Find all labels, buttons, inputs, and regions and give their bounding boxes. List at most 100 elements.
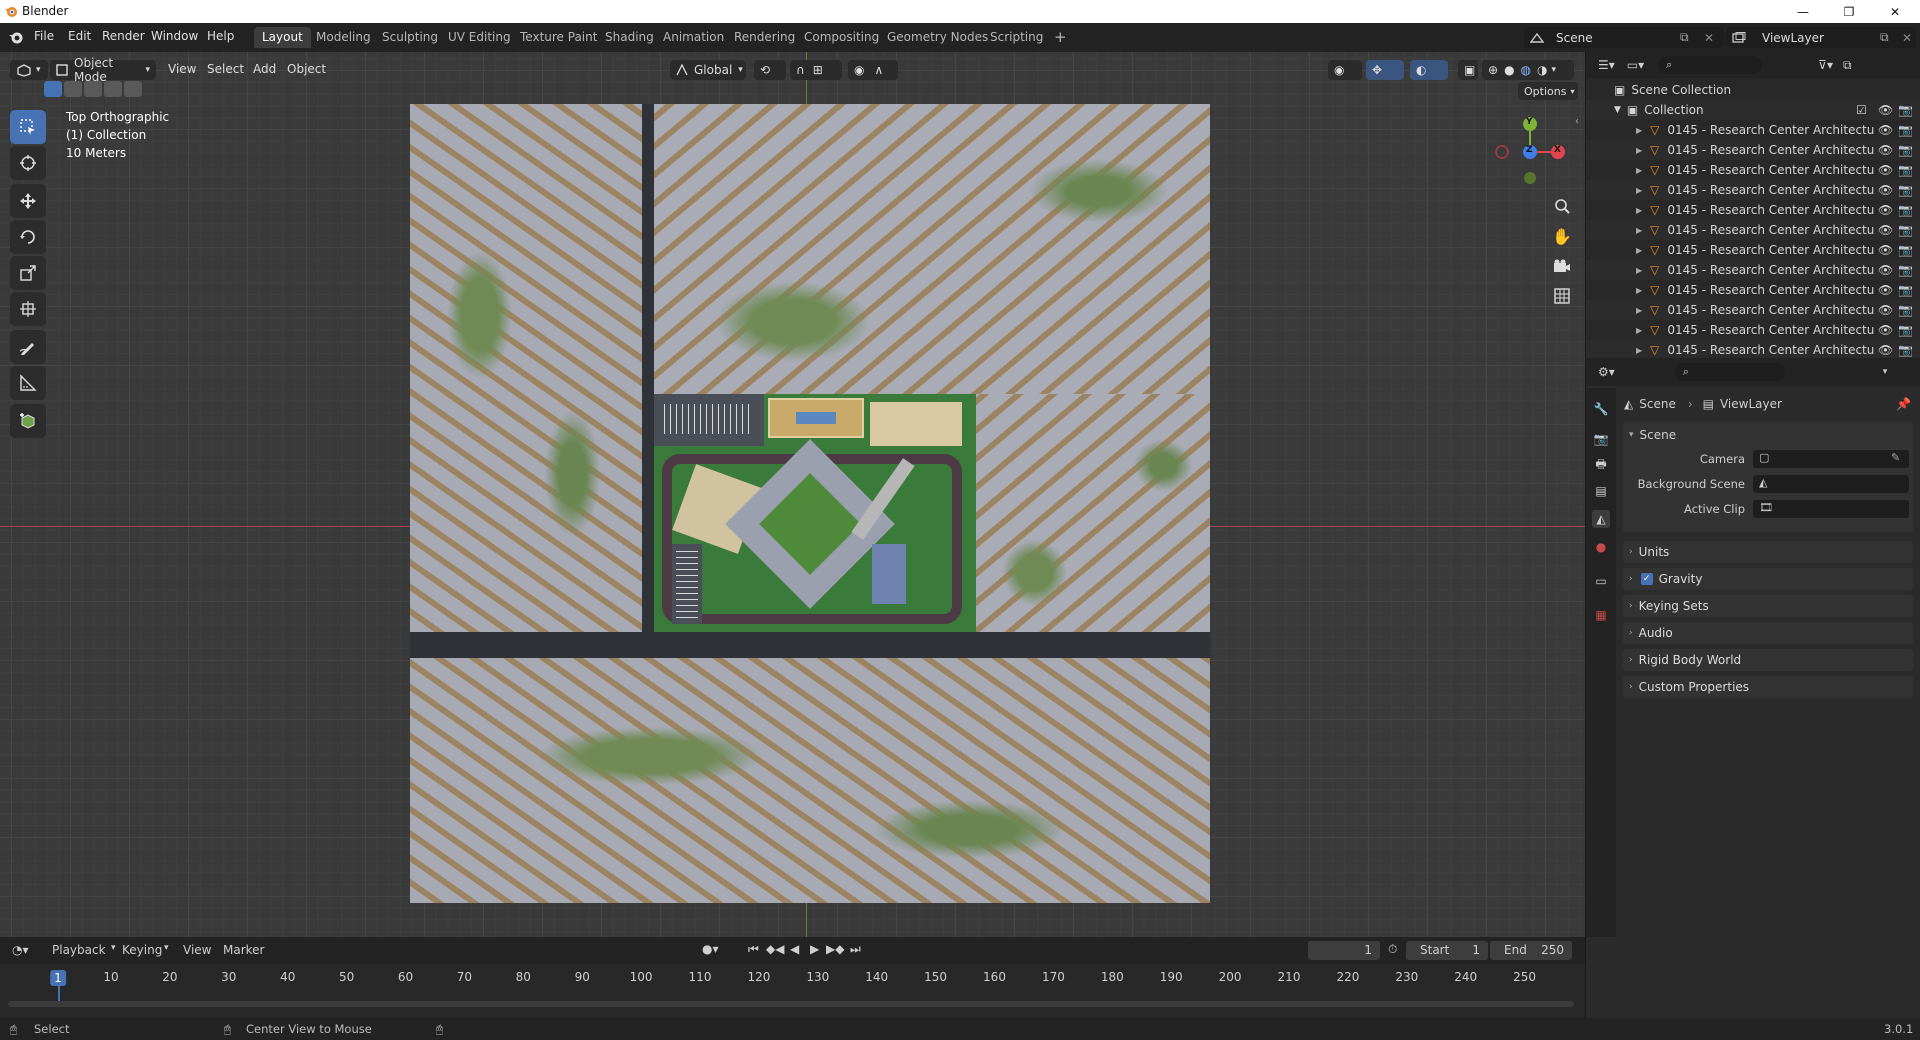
object-render-camera-icon[interactable]: 📷: [1898, 123, 1913, 137]
gizmo-toggle-button[interactable]: ✥: [1366, 60, 1404, 80]
expand-collection-icon[interactable]: ▼: [1614, 105, 1621, 115]
outliner-object-row[interactable]: ▶ ▽ 0145 - Research Center Architectu 👁 📷: [1586, 260, 1920, 280]
timeline-ruler[interactable]: 1 10 20 30 40 50 60 70 80 90 100 110 120 130 140 150 160…: [0, 964, 1585, 1018]
collection-visibility-eye-icon[interactable]: 👁: [1878, 103, 1893, 117]
current-frame-field[interactable]: 1: [1308, 941, 1380, 960]
tab-compositing[interactable]: Compositing: [796, 27, 887, 48]
jump-start-icon[interactable]: ⏮: [748, 942, 759, 957]
remove-view-layer-icon[interactable]: ✕: [1902, 31, 1912, 45]
tab-texture-paint[interactable]: Texture Paint: [512, 27, 605, 48]
add-cube-tool[interactable]: [10, 404, 46, 438]
snap-button[interactable]: ∩ ⊞: [790, 60, 842, 80]
properties-options-icon[interactable]: ▾: [1883, 367, 1888, 377]
viewport-menu-object[interactable]: Object: [287, 62, 326, 76]
tab-uv-editing[interactable]: UV Editing: [440, 27, 519, 48]
collection-render-camera-icon[interactable]: 📷: [1898, 103, 1913, 117]
collection-exclude-checkbox[interactable]: ☑: [1856, 103, 1867, 117]
transform-tool[interactable]: [10, 292, 46, 326]
timeline-menu-playback[interactable]: Playback: [52, 943, 106, 957]
properties-search-input[interactable]: ⌕: [1674, 363, 1785, 381]
menu-file[interactable]: File: [34, 29, 54, 43]
select-subtract-icon[interactable]: [84, 81, 102, 97]
jump-next-keyframe-icon[interactable]: ▶◆: [826, 942, 844, 956]
timeline-menu-view[interactable]: View: [183, 943, 211, 957]
move-tool[interactable]: [10, 184, 46, 218]
expand-object-icon[interactable]: ▶: [1636, 166, 1642, 175]
view-layer-tab-icon[interactable]: ▤: [1592, 482, 1610, 500]
expand-object-icon[interactable]: ▶: [1636, 326, 1642, 335]
perspective-toggle-button[interactable]: [1548, 282, 1576, 310]
proportional-editing-button[interactable]: ◉ ∧: [848, 60, 898, 80]
jump-end-icon[interactable]: ⏭: [850, 942, 861, 957]
annotate-tool[interactable]: [10, 330, 46, 364]
object-visibility-eye-icon[interactable]: 👁: [1878, 343, 1893, 357]
properties-section-keying-sets[interactable]: › Keying Sets: [1623, 595, 1913, 617]
object-visibility-eye-icon[interactable]: 👁: [1878, 143, 1893, 157]
add-workspace-button[interactable]: +: [1046, 27, 1075, 48]
expand-object-icon[interactable]: ▶: [1636, 286, 1642, 295]
properties-section-audio[interactable]: › Audio: [1623, 622, 1913, 644]
object-visibility-eye-icon[interactable]: 👁: [1878, 323, 1893, 337]
outliner-object-row[interactable]: ▶ ▽ 0145 - Research Center Architectu 👁 📷: [1586, 340, 1920, 360]
menu-render[interactable]: Render: [102, 29, 145, 43]
outliner-object-row[interactable]: ▶ ▽ 0145 - Research Center Architectu 👁 📷: [1586, 280, 1920, 300]
blender-menu-icon[interactable]: [8, 29, 24, 45]
object-render-camera-icon[interactable]: 📷: [1898, 243, 1913, 257]
tool-tab-icon[interactable]: 🔧: [1592, 400, 1610, 418]
object-visibility-eye-icon[interactable]: 👁: [1878, 223, 1893, 237]
outliner-object-row[interactable]: ▶ ▽ 0145 - Research Center Architectu 👁 📷: [1586, 240, 1920, 260]
zoom-button[interactable]: [1548, 192, 1576, 220]
outliner-object-row[interactable]: ▶ ▽ 0145 - Research Center Architectu 👁 📷: [1586, 120, 1920, 140]
expand-object-icon[interactable]: ▶: [1636, 246, 1642, 255]
scene-tab-icon[interactable]: ◭: [1592, 510, 1610, 528]
play-reverse-icon[interactable]: ◀: [790, 942, 799, 956]
solid-shading-icon[interactable]: ●: [1504, 63, 1514, 77]
jump-prev-keyframe-icon[interactable]: ◆◀: [766, 942, 784, 956]
object-render-camera-icon[interactable]: 📷: [1898, 303, 1913, 317]
pin-icon[interactable]: 📌: [1896, 397, 1911, 411]
collection-tab-icon[interactable]: ▭: [1592, 572, 1610, 590]
object-render-camera-icon[interactable]: 📷: [1898, 223, 1913, 237]
object-visibility-eye-icon[interactable]: 👁: [1878, 123, 1893, 137]
properties-section-rigid-body-world[interactable]: › Rigid Body World: [1623, 649, 1913, 671]
tab-layout[interactable]: Layout: [254, 27, 311, 48]
object-visibility-eye-icon[interactable]: 👁: [1878, 203, 1893, 217]
object-visibility-eye-icon[interactable]: 👁: [1878, 263, 1893, 277]
viewport-menu-select[interactable]: Select: [207, 62, 244, 76]
play-icon[interactable]: ▶: [810, 942, 819, 956]
mode-selector[interactable]: Object Mode ▾: [50, 56, 156, 84]
background-scene-field[interactable]: ◭: [1753, 475, 1909, 493]
scale-tool[interactable]: [10, 256, 46, 290]
tab-modeling[interactable]: Modeling: [308, 27, 379, 48]
tab-sculpting[interactable]: Sculpting: [374, 27, 446, 48]
properties-section-units[interactable]: › Units: [1623, 541, 1913, 563]
editor-type-button[interactable]: ▾: [10, 60, 48, 80]
rotate-tool[interactable]: [10, 220, 46, 254]
visibility-button[interactable]: ◉: [1328, 60, 1362, 80]
xray-toggle-button[interactable]: ▣: [1458, 60, 1478, 80]
object-render-camera-icon[interactable]: 📷: [1898, 343, 1913, 357]
properties-editor-icon[interactable]: ⚙▾: [1598, 365, 1615, 379]
object-render-camera-icon[interactable]: 📷: [1898, 143, 1913, 157]
rendered-shading-icon[interactable]: ◑: [1537, 63, 1547, 77]
expand-object-icon[interactable]: ▶: [1636, 226, 1642, 235]
outliner-object-row[interactable]: ▶ ▽ 0145 - Research Center Architectu 👁 📷: [1586, 220, 1920, 240]
tab-shading[interactable]: Shading: [597, 27, 662, 48]
object-render-camera-icon[interactable]: 📷: [1898, 203, 1913, 217]
object-render-camera-icon[interactable]: 📷: [1898, 263, 1913, 277]
tab-geometry-nodes[interactable]: Geometry Nodes: [879, 27, 996, 48]
options-button[interactable]: Options ▾: [1518, 82, 1578, 100]
select-difference-icon[interactable]: [104, 81, 122, 97]
expand-object-icon[interactable]: ▶: [1636, 126, 1642, 135]
menu-help[interactable]: Help: [207, 29, 234, 43]
object-render-camera-icon[interactable]: 📷: [1898, 283, 1913, 297]
maximize-button[interactable]: ❐: [1826, 0, 1872, 23]
outliner-object-row[interactable]: ▶ ▽ 0145 - Research Center Architectu 👁 📷: [1586, 320, 1920, 340]
outliner-object-row[interactable]: ▶ ▽ 0145 - Research Center Architectu 👁 📷: [1586, 180, 1920, 200]
outliner-row-scene-collection[interactable]: ▣ Scene Collection: [1586, 80, 1920, 100]
outliner-object-row[interactable]: ▶ ▽ 0145 - Research Center Architectu 👁 📷: [1586, 200, 1920, 220]
select-box-tool[interactable]: [10, 110, 46, 144]
object-visibility-eye-icon[interactable]: 👁: [1878, 283, 1893, 297]
tab-rendering[interactable]: Rendering: [726, 27, 803, 48]
remove-scene-icon[interactable]: ✕: [1704, 31, 1714, 45]
